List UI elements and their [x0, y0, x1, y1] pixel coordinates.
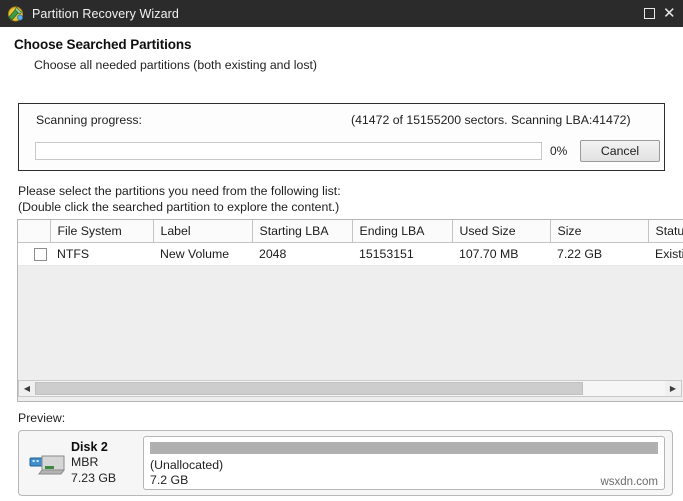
maximize-button[interactable] [636, 0, 662, 27]
column-header-status[interactable]: Status [648, 220, 683, 243]
cell-size: 7.22 GB [550, 242, 648, 266]
cell-starting-lba: 2048 [252, 242, 352, 266]
column-header-size[interactable]: Size [550, 220, 649, 243]
scanning-progress-label: Scanning progress: [36, 113, 142, 127]
scroll-left-arrow-icon[interactable]: ◀ [19, 381, 35, 396]
window-titlebar: Partition Recovery Wizard ✕ [0, 0, 683, 27]
disk-size: 7.23 GB [71, 470, 117, 485]
partition-table: File System Label Starting LBA Ending LB… [18, 220, 683, 266]
scanning-status-text: (41472 of 15155200 sectors. Scanning LBA… [351, 113, 631, 127]
column-header-check[interactable] [18, 220, 51, 243]
column-header-label[interactable]: Label [153, 220, 253, 243]
column-header-file-system[interactable]: File System [50, 220, 154, 243]
instructions-line-1: Please select the partitions you need fr… [18, 184, 341, 198]
column-header-ending-lba[interactable]: Ending LBA [352, 220, 453, 243]
column-header-starting-lba[interactable]: Starting LBA [252, 220, 353, 243]
cell-ending-lba: 15153151 [352, 242, 452, 266]
close-icon: ✕ [663, 4, 676, 22]
row-checkbox-cell[interactable] [18, 242, 50, 266]
close-button[interactable]: ✕ [662, 0, 683, 27]
usb-drive-icon [27, 446, 67, 480]
instructions-line-2: (Double click the searched partition to … [18, 199, 340, 214]
disk-preview[interactable]: Disk 2 MBR 7.23 GB (Unallocated) 7.2 GB … [18, 430, 673, 496]
partition-wizard-icon [7, 5, 24, 22]
partition-name: (Unallocated) [150, 458, 224, 472]
cell-status: Existing [648, 242, 683, 266]
hscroll-thumb[interactable] [35, 382, 584, 395]
scanning-progress-group: Scanning progress: (41472 of 15155200 se… [18, 103, 665, 171]
partition-usage-bar [150, 442, 658, 454]
cell-used-size: 107.70 MB [452, 242, 550, 266]
scanning-progress-header: Scanning progress: (41472 of 15155200 se… [19, 104, 664, 132]
partition-list[interactable]: File System Label Starting LBA Ending LB… [17, 219, 683, 402]
disk-scheme: MBR [71, 455, 99, 470]
partition-strip[interactable]: (Unallocated) 7.2 GB wsxdn.com [143, 436, 665, 490]
scan-progress-percent: 0% [550, 144, 568, 158]
window-controls: ✕ [636, 0, 683, 27]
table-header-row: File System Label Starting LBA Ending LB… [18, 220, 683, 243]
page-title: Choose Searched Partitions [14, 37, 192, 52]
partition-size: 7.2 GB [150, 473, 189, 487]
hscroll-track[interactable] [35, 381, 665, 396]
page-subtitle: Choose all needed partitions (both exist… [34, 58, 318, 72]
watermark: wsxdn.com [600, 476, 658, 488]
scan-progress-bar [35, 142, 542, 160]
partition-list-hscrollbar[interactable]: ◀ ▶ [18, 380, 682, 397]
disk-name: Disk 2 [71, 439, 108, 454]
row-checkbox[interactable] [34, 247, 47, 261]
instructions: Please select the partitions you need fr… [18, 184, 341, 215]
scroll-right-arrow-icon[interactable]: ▶ [665, 381, 681, 396]
table-row[interactable]: NTFS New Volume 2048 15153151 107.70 MB … [18, 242, 683, 266]
disk-info: Disk 2 MBR 7.23 GB [71, 440, 137, 487]
cell-file-system: NTFS [50, 242, 153, 266]
cancel-button[interactable]: Cancel [580, 140, 660, 162]
column-header-used-size[interactable]: Used Size [452, 220, 551, 243]
cell-label: New Volume [153, 242, 252, 266]
maximize-icon [643, 8, 655, 19]
page-header: Choose Searched Partitions Choose all ne… [0, 27, 683, 72]
window-title: Partition Recovery Wizard [32, 6, 179, 21]
preview-label: Preview: [18, 411, 66, 425]
scanning-progress-row: 0% Cancel [19, 138, 664, 164]
